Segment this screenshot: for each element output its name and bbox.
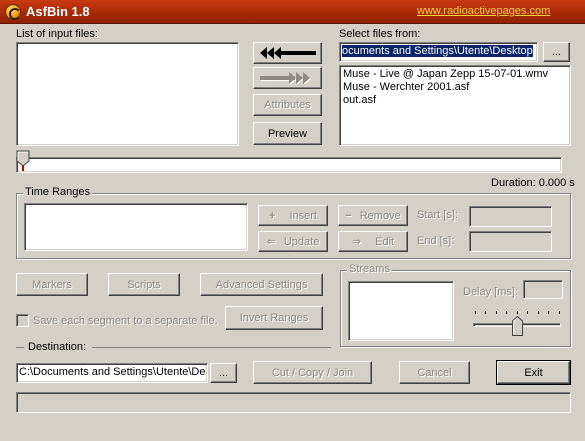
save-segments-checkbox[interactable] — [16, 314, 29, 327]
delay-slider[interactable] — [473, 306, 563, 338]
exit-button[interactable]: Exit — [496, 360, 571, 385]
start-label: Start [s]: — [417, 209, 458, 221]
save-segments-label: Save each segment to a separate file. — [33, 315, 218, 327]
remove-files-button[interactable] — [253, 67, 322, 89]
input-files-label: List of input files: — [16, 28, 98, 40]
window-title: AsfBin 1.8 — [26, 4, 90, 19]
markers-button[interactable]: Markers — [16, 273, 88, 296]
browse-destination-button[interactable]: ... — [210, 363, 237, 383]
end-input[interactable] — [469, 231, 552, 252]
timeline-track[interactable] — [16, 157, 562, 173]
title-bar[interactable]: AsfBin 1.8 www.radioactivepages.com — [0, 0, 585, 24]
scripts-button[interactable]: Scripts — [108, 273, 180, 296]
source-folder-path: ocuments and Settings\Utente\Desktop — [342, 45, 533, 57]
delay-input[interactable] — [523, 280, 563, 299]
destination-line-right — [92, 347, 331, 348]
remove-range-label: Remove — [359, 209, 401, 222]
cancel-button[interactable]: Cancel — [399, 361, 470, 384]
time-ranges-legend: Time Ranges — [23, 186, 93, 198]
source-file-item[interactable]: Muse - Werchter 2001.asf — [343, 81, 567, 94]
left-arrow-icon: ⇐ — [266, 236, 276, 248]
end-label: End [s]: — [417, 235, 455, 247]
update-range-button[interactable]: ⇐ Update — [258, 231, 328, 252]
add-files-button[interactable] — [253, 42, 322, 64]
app-icon[interactable] — [5, 4, 21, 20]
duration-label: Duration: 0.000 s — [491, 177, 575, 189]
advanced-settings-button[interactable]: Advanced Settings — [200, 273, 323, 296]
status-bar — [16, 392, 571, 413]
slider-thumb[interactable] — [512, 315, 523, 336]
update-range-label: Update — [283, 235, 320, 248]
streams-legend: Streams — [347, 263, 392, 275]
right-arrow-icon: ⇒ — [351, 236, 362, 248]
destination-label: Destination: — [28, 341, 87, 353]
destination-field[interactable]: C:\Documents and Settings\Utente\De — [16, 363, 208, 383]
browse-source-button[interactable]: ... — [543, 42, 570, 62]
triple-right-arrow-icon — [259, 72, 311, 84]
website-link[interactable]: www.radioactivepages.com — [417, 5, 550, 17]
edit-range-button[interactable]: ⇒ Edit — [338, 231, 408, 252]
cut-copy-join-button[interactable]: Cut / Copy / Join — [253, 361, 372, 384]
source-file-item[interactable]: Muse - Live @ Japan Zepp 15-07-01.wmv — [343, 68, 567, 81]
minus-icon: − — [345, 209, 352, 222]
input-files-list[interactable] — [16, 42, 239, 146]
triple-left-arrow-icon — [259, 47, 316, 59]
preview-button[interactable]: Preview — [253, 122, 322, 145]
select-files-label: Select files from: — [339, 28, 421, 40]
attributes-button[interactable]: Attributes — [253, 94, 322, 116]
plus-icon: + — [269, 209, 276, 222]
start-input[interactable] — [469, 206, 552, 227]
destination-line-left — [16, 347, 24, 348]
slider-ticks — [475, 311, 561, 314]
insert-range-label: Insert — [289, 209, 317, 222]
delay-label: Delay [ms]: — [463, 286, 519, 298]
edit-range-label: Edit — [375, 235, 395, 248]
source-files-list[interactable]: Muse - Live @ Japan Zepp 15-07-01.wmv Mu… — [339, 65, 571, 146]
invert-ranges-button[interactable]: Invert Ranges — [225, 306, 323, 330]
streams-list[interactable] — [348, 281, 454, 341]
time-ranges-list[interactable] — [24, 203, 248, 251]
remove-range-button[interactable]: − Remove — [338, 205, 408, 226]
insert-range-button[interactable]: + Insert — [258, 205, 328, 226]
source-file-item[interactable]: out.asf — [343, 94, 567, 107]
timeline-thumb[interactable] — [16, 150, 34, 172]
source-folder-field[interactable]: ocuments and Settings\Utente\Desktop — [339, 42, 538, 62]
